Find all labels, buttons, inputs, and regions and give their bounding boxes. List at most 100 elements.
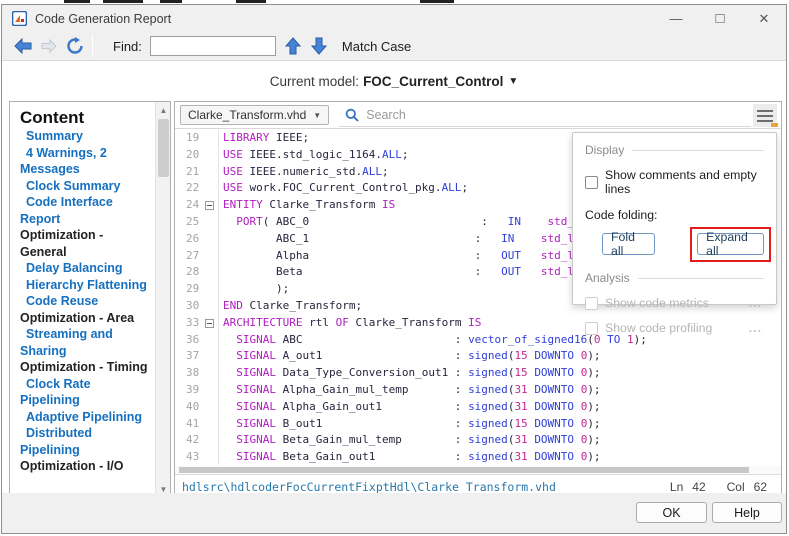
- line-number: 30: [175, 298, 203, 315]
- fold-all-button[interactable]: Fold all: [602, 233, 655, 255]
- code-search-field[interactable]: Search: [339, 103, 751, 127]
- maximize-button[interactable]: □: [698, 5, 742, 32]
- window-title: Code Generation Report: [35, 12, 171, 26]
- sidebar-link[interactable]: Distributed Pipelining: [20, 425, 152, 458]
- line-number: 19: [175, 130, 203, 147]
- sidebar-scrollbar[interactable]: ▲ ▼: [155, 102, 170, 498]
- file-selector-caret-icon: ▼: [313, 111, 321, 120]
- ok-button[interactable]: OK: [636, 502, 707, 523]
- find-previous-button[interactable]: [280, 34, 306, 58]
- column-number-value: 62: [754, 480, 767, 494]
- code-line[interactable]: 43 SIGNAL Beta_Gain_out1 : signed(31 DOW…: [175, 449, 781, 465]
- screen: { "window": { "title": "Code Generation …: [0, 0, 789, 536]
- code-line[interactable]: 39 SIGNAL Alpha_Gain_mul_temp : signed(3…: [175, 382, 781, 399]
- sidebar-link[interactable]: Streaming and Sharing: [20, 326, 152, 359]
- back-arrow-icon: [13, 38, 33, 54]
- profiling-ellipsis-button: ...: [749, 321, 762, 335]
- up-arrow-icon: [285, 37, 301, 55]
- current-model-name[interactable]: FOC_Current_Control: [363, 74, 503, 89]
- sidebar-scrollbar-thumb[interactable]: [158, 119, 169, 177]
- content-sidebar: Content Summary4 Warnings, 2 MessagesClo…: [9, 101, 171, 499]
- line-number: 33: [175, 315, 203, 332]
- sidebar-link[interactable]: Code Interface Report: [20, 194, 152, 227]
- line-number: 27: [175, 248, 203, 265]
- line-label: Ln: [670, 480, 683, 494]
- ok-button-label: OK: [662, 506, 680, 520]
- sidebar-link[interactable]: Clock Summary: [20, 178, 152, 195]
- dialog-footer: OK Help: [2, 493, 786, 533]
- current-model-bar: Current model: FOC_Current_Control ▼: [2, 61, 786, 101]
- scroll-up-icon[interactable]: ▲: [156, 103, 171, 118]
- line-number: 37: [175, 348, 203, 365]
- code-line[interactable]: 42 SIGNAL Beta_Gain_mul_temp : signed(31…: [175, 432, 781, 449]
- code-generation-report-dialog: Code Generation Report — □ ✕: [1, 4, 787, 534]
- sidebar-section-header: Optimization - Area: [20, 310, 152, 327]
- line-number-value: 42: [692, 480, 705, 494]
- file-path: hdlsrc\hdlcoderFocCurrentFixptHdl\Clarke…: [182, 480, 556, 494]
- current-model-label: Current model:: [270, 74, 359, 89]
- horizontal-scrollbar-thumb[interactable]: [179, 467, 749, 473]
- code-view-panel: Clarke_Transform.vhd ▼ Search 19LIBRARY …: [174, 101, 782, 499]
- title-bar[interactable]: Code Generation Report — □ ✕: [2, 5, 786, 32]
- find-toolbar: Find: Match Case: [2, 32, 786, 61]
- line-number: 20: [175, 147, 203, 164]
- fold-all-label: Fold all: [611, 230, 646, 258]
- sidebar-link[interactable]: Code Reuse: [20, 293, 152, 310]
- show-comments-checkbox[interactable]: [585, 176, 598, 189]
- line-number: 22: [175, 180, 203, 197]
- sidebar-link[interactable]: Clock Rate Pipelining: [20, 376, 152, 409]
- line-number: 25: [175, 214, 203, 231]
- sidebar-link[interactable]: Delay Balancing: [20, 260, 152, 277]
- code-line[interactable]: 37 SIGNAL A_out1 : signed(15 DOWNTO 0);: [175, 348, 781, 365]
- help-button[interactable]: Help: [712, 502, 782, 523]
- fold-collapse-icon[interactable]: [205, 201, 214, 210]
- minimize-icon: —: [670, 11, 683, 26]
- line-number: 41: [175, 416, 203, 433]
- code-horizontal-scrollbar[interactable]: [175, 466, 781, 474]
- toolbar-separator: [92, 35, 93, 57]
- code-folding-label: Code folding:: [585, 208, 764, 222]
- code-line[interactable]: 38 SIGNAL Data_Type_Conversion_out1 : si…: [175, 365, 781, 382]
- find-next-button[interactable]: [306, 34, 332, 58]
- metrics-ellipsis-button: ...: [749, 296, 762, 310]
- down-arrow-icon: [311, 37, 327, 55]
- refresh-button[interactable]: [62, 34, 88, 58]
- sidebar-link[interactable]: Adaptive Pipelining: [20, 409, 152, 426]
- column-label: Col: [727, 480, 745, 494]
- show-code-profiling-checkbox: [585, 322, 598, 335]
- maximize-icon: □: [715, 10, 724, 27]
- file-selector-dropdown[interactable]: Clarke_Transform.vhd ▼: [180, 105, 329, 125]
- line-number: 26: [175, 231, 203, 248]
- forward-button[interactable]: [36, 34, 62, 58]
- line-number: 28: [175, 264, 203, 281]
- find-label: Find:: [113, 39, 142, 54]
- sidebar-section-header: Optimization - General: [20, 227, 152, 260]
- refresh-icon: [66, 37, 85, 55]
- sidebar-link[interactable]: Summary: [20, 128, 152, 145]
- line-number: 39: [175, 382, 203, 399]
- sidebar-link[interactable]: Hierarchy Flattening: [20, 277, 152, 294]
- line-number: 40: [175, 399, 203, 416]
- minimize-button[interactable]: —: [654, 5, 698, 32]
- sidebar-link[interactable]: 4 Warnings, 2 Messages: [20, 145, 152, 178]
- sidebar-item-list: Summary4 Warnings, 2 MessagesClock Summa…: [20, 128, 152, 475]
- close-button[interactable]: ✕: [742, 5, 786, 32]
- analysis-group-label: Analysis: [585, 271, 630, 285]
- model-dropdown-caret-icon[interactable]: ▼: [508, 76, 518, 87]
- code-line[interactable]: 40 SIGNAL Alpha_Gain_out1 : signed(31 DO…: [175, 399, 781, 416]
- line-number: 38: [175, 365, 203, 382]
- line-number: 21: [175, 164, 203, 181]
- hamburger-icon: [757, 110, 773, 112]
- file-selector-value: Clarke_Transform.vhd: [188, 108, 306, 122]
- display-options-popup: Display Show comments and empty lines Co…: [572, 132, 777, 305]
- code-line[interactable]: 41 SIGNAL B_out1 : signed(15 DOWNTO 0);: [175, 416, 781, 433]
- sidebar-section-header: Optimization - I/O: [20, 458, 152, 475]
- find-input[interactable]: [150, 36, 276, 56]
- back-button[interactable]: [10, 34, 36, 58]
- match-case-toggle[interactable]: Match Case: [342, 39, 411, 54]
- line-number: 24: [175, 197, 203, 214]
- fold-collapse-icon[interactable]: [205, 319, 214, 328]
- search-icon: [345, 108, 359, 122]
- warning-annotation-marker[interactable]: [771, 123, 778, 127]
- red-highlight-annotation: [690, 227, 771, 262]
